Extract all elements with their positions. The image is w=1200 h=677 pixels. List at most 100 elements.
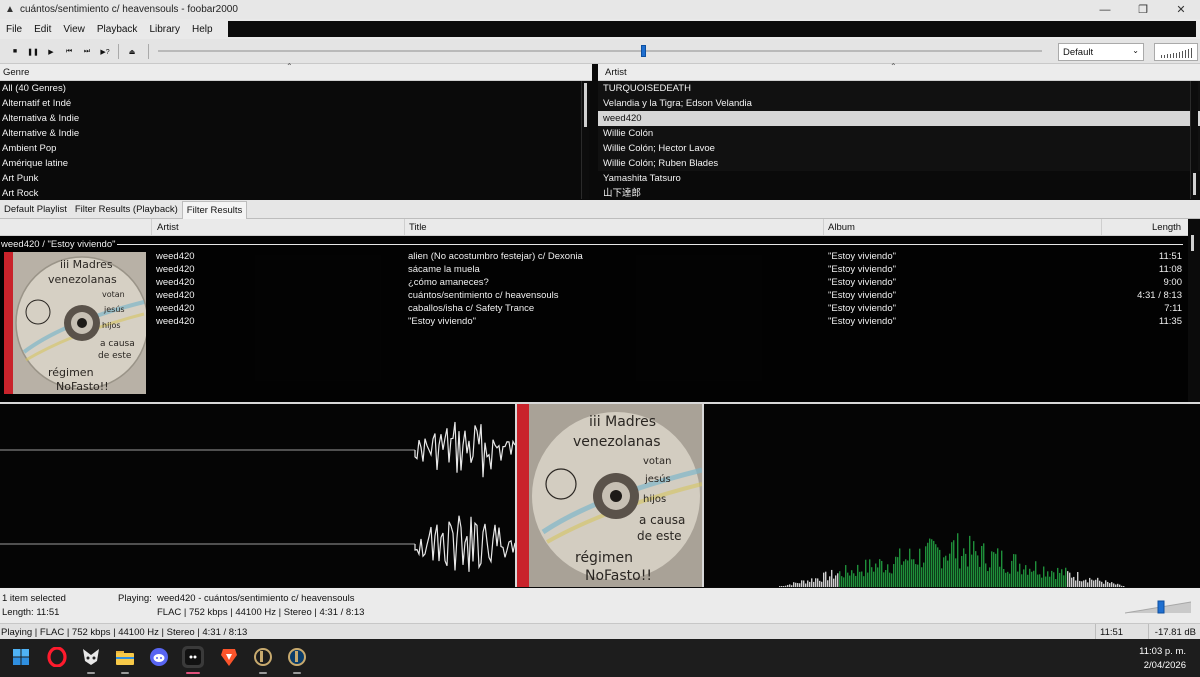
file-explorer-icon[interactable] [114, 646, 136, 674]
sort-ascending-icon: ⌃ [890, 62, 897, 71]
minimize-icon[interactable]: — [1086, 0, 1124, 19]
spectrum-bar [803, 580, 805, 587]
spectrum-bar [825, 571, 827, 587]
artist-item[interactable]: Velandia y la Tigra; Edson Velandia [598, 96, 1200, 111]
artist-column-header[interactable]: Artist ⌃ [598, 62, 1200, 81]
spectrum-bar [983, 543, 985, 587]
status-selection-length: 11:51 [1100, 627, 1124, 638]
tab-default-playlist[interactable]: Default Playlist [0, 201, 71, 218]
column-header-album[interactable]: Album [828, 222, 855, 233]
spectrum-bar [871, 567, 873, 587]
spectrum-bar [1073, 576, 1075, 587]
spectrum-bar [923, 562, 925, 587]
spectrum-bar [957, 533, 959, 587]
artist-item[interactable]: Yamashita Tatsuro [598, 171, 1200, 186]
genre-item[interactable]: All (40 Genres) [0, 81, 592, 96]
spectrum-bar [929, 538, 931, 587]
artist-item[interactable]: TURQUOISEDEATH [598, 81, 1200, 96]
open-icon[interactable]: ⏏ [125, 45, 139, 58]
menu-view[interactable]: View [57, 24, 91, 35]
album-art-text: de este [637, 529, 682, 543]
status-text: Playing | FLAC | 752 kbps | 44100 Hz | S… [1, 627, 248, 638]
spectrum-bar [917, 564, 919, 587]
foobar-taskbar-icon[interactable] [182, 646, 204, 674]
brave-icon[interactable] [218, 646, 240, 668]
volume-slider[interactable] [1125, 600, 1191, 614]
column-header-length[interactable]: Length [1152, 222, 1181, 233]
cell-title: ¿cómo amaneces? [408, 277, 489, 288]
windows-start-icon[interactable] [10, 646, 32, 668]
play-icon[interactable]: ▶ [44, 45, 58, 58]
spectrum-bar [1041, 577, 1043, 587]
playing-label: Playing: [118, 593, 152, 604]
next-icon[interactable]: ⏭ [80, 45, 94, 58]
tab-filter-results-playback[interactable]: Filter Results (Playback) [71, 201, 182, 218]
artist-item[interactable]: Willie Colón [598, 126, 1200, 141]
menu-file[interactable]: File [0, 24, 28, 35]
scrollbar-thumb[interactable] [584, 83, 587, 127]
spectrum-bar [967, 566, 969, 587]
spectrum-bar [931, 539, 933, 587]
spectrum-bar [987, 571, 989, 587]
menu-help[interactable]: Help [186, 24, 219, 35]
tab-filter-results[interactable]: Filter Results [181, 201, 248, 219]
table-row[interactable]: weed420 alien (No acostumbro festejar) c… [0, 251, 1188, 264]
group-header: weed420 / "Estoy viviendo" [1, 239, 116, 250]
artist-scrollbar[interactable] [1190, 81, 1198, 199]
spectrum-bar [979, 566, 981, 587]
maximize-icon[interactable]: ❐ [1124, 0, 1162, 19]
title-bar: ▲ cuántos/sentimiento c/ heavensouls - f… [0, 0, 1200, 19]
stop-icon[interactable]: ■ [8, 45, 22, 58]
genre-scrollbar[interactable] [581, 81, 589, 199]
table-row-playing[interactable]: weed420 cuántos/sentimiento c/ heavensou… [0, 290, 1188, 303]
spectrum-bar [919, 548, 921, 587]
genre-item[interactable]: Alternativa & Indie [0, 111, 592, 126]
table-row[interactable]: weed420 "Estoy viviendo" "Estoy viviendo… [0, 316, 1188, 329]
menu-playback[interactable]: Playback [91, 24, 144, 35]
league-game-icon[interactable] [286, 646, 308, 674]
column-header-title[interactable]: Title [409, 222, 427, 233]
spectrum-bar [945, 555, 947, 587]
scrollbar-thumb[interactable] [1191, 235, 1194, 251]
table-row[interactable]: weed420 caballos/isha c/ Safety Trance "… [0, 303, 1188, 316]
genre-item[interactable]: Alternative & Indie [0, 126, 592, 141]
seek-thumb[interactable] [641, 45, 647, 57]
genre-item[interactable]: Art Punk [0, 171, 592, 186]
genre-item[interactable]: Art Rock [0, 186, 592, 201]
artist-item-selected[interactable]: weed420 [598, 111, 1200, 126]
artist-item[interactable]: Willie Colón; Hector Lavoe [598, 141, 1200, 156]
pause-icon[interactable]: ❚❚ [26, 45, 40, 58]
menu-edit[interactable]: Edit [28, 24, 57, 35]
scrollbar-thumb[interactable] [1193, 173, 1196, 195]
artist-item[interactable]: 山下達郎 [598, 186, 1200, 201]
discord-icon[interactable] [148, 646, 170, 668]
menu-library[interactable]: Library [143, 24, 186, 35]
previous-icon[interactable]: ⏮ [62, 45, 76, 58]
column-header-artist[interactable]: Artist [157, 222, 179, 233]
artist-item[interactable]: Willie Colón; Ruben Blades [598, 156, 1200, 171]
system-clock[interactable]: 11:03 p. m. 2/04/2026 [1139, 645, 1186, 673]
genre-item[interactable]: Ambient Pop [0, 141, 592, 156]
genre-column-header[interactable]: Genre ⌃ [0, 62, 592, 81]
dsp-preset-select[interactable]: Default ⌄ [1058, 43, 1144, 61]
seek-bar[interactable] [158, 50, 1042, 52]
opera-icon[interactable] [46, 646, 68, 668]
league-client-icon[interactable] [252, 646, 274, 674]
genre-item[interactable]: Alternatif et Indé [0, 96, 592, 111]
table-row[interactable]: weed420 ¿cómo amaneces? "Estoy viviendo"… [0, 277, 1188, 290]
genre-item[interactable]: Amérique latine [0, 156, 592, 171]
spectrum-bar [949, 553, 951, 587]
spectrum-bar [1109, 583, 1111, 587]
volume-meter[interactable] [1154, 43, 1198, 61]
spectrum-bar [785, 585, 787, 587]
cell-artist: weed420 [156, 303, 195, 314]
album-art-text: régimen [48, 366, 94, 379]
playlist-view[interactable]: weed420 / "Estoy viviendo" iii Madres ve… [0, 236, 1188, 402]
random-icon[interactable]: ▶? [98, 45, 112, 58]
close-icon[interactable]: ✕ [1162, 0, 1200, 19]
playlist-scrollbar[interactable] [1188, 219, 1200, 402]
chevron-down-icon: ⌄ [1132, 46, 1139, 55]
table-row[interactable]: weed420 sácame la muela "Estoy viviendo"… [0, 264, 1188, 277]
cell-length: 7:11 [1164, 303, 1182, 314]
fox-app-icon[interactable] [80, 646, 102, 674]
